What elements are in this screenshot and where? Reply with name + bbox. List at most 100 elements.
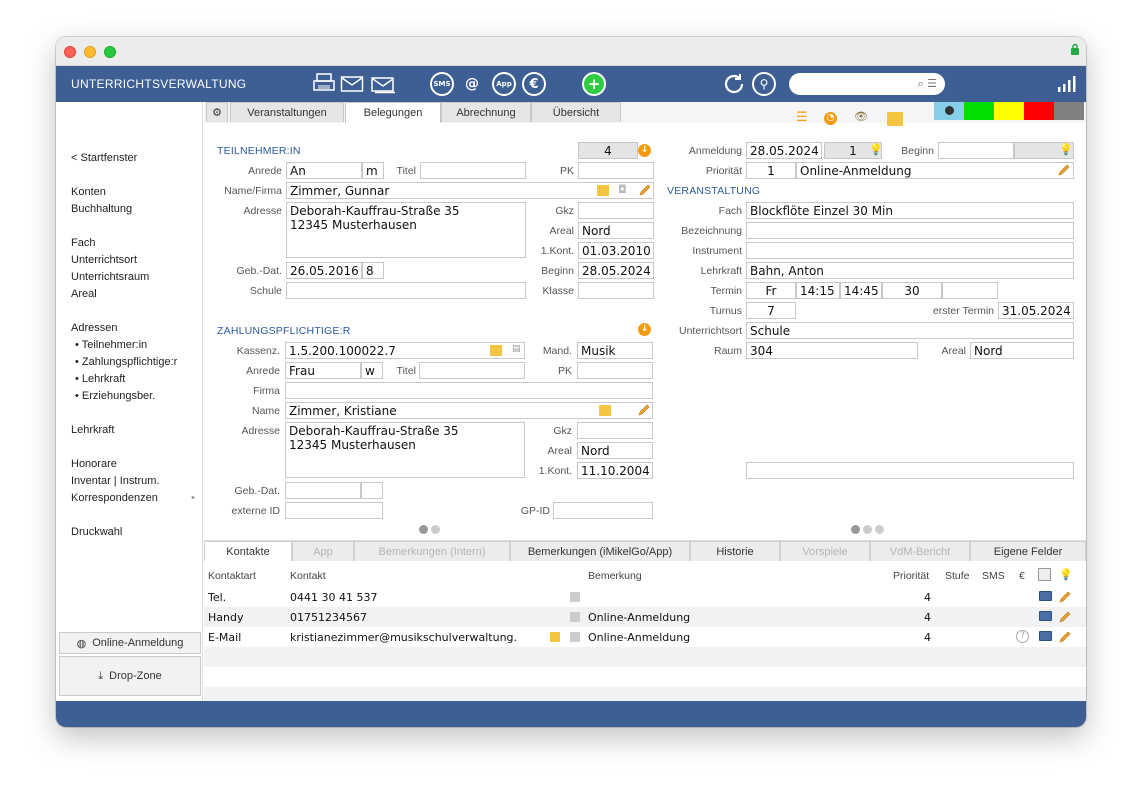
expand-down-icon[interactable]: ↓ bbox=[638, 144, 651, 157]
sidebar-item-honorare[interactable]: Honorare bbox=[71, 458, 117, 470]
edit-pencil-icon[interactable] bbox=[638, 183, 652, 197]
lehrkraft-field[interactable]: Bahn, Anton bbox=[746, 262, 1074, 279]
sidebar-item-inventar[interactable]: Inventar | Instrum. bbox=[71, 475, 159, 487]
zahler-titel-field[interactable] bbox=[419, 362, 525, 379]
col-kontaktart[interactable]: Kontaktart bbox=[208, 570, 256, 582]
tab-abrechnung[interactable]: Abrechnung bbox=[441, 102, 531, 122]
klasse-field[interactable] bbox=[578, 282, 654, 299]
zahler-note-icon[interactable] bbox=[599, 405, 611, 416]
doc-icon[interactable] bbox=[570, 612, 580, 622]
col-stufe[interactable]: Stufe bbox=[945, 570, 970, 582]
geburtsdatum-field[interactable]: 26.05.2016 bbox=[286, 262, 362, 279]
sidebar-item-adressen[interactable]: Adressen bbox=[71, 322, 117, 334]
gpid-field[interactable] bbox=[553, 502, 653, 519]
row-edit-icon[interactable] bbox=[1058, 630, 1072, 644]
bezeichnung-field[interactable] bbox=[746, 222, 1074, 239]
col-prioritaet[interactable]: Priorität bbox=[893, 570, 929, 582]
bulb-icon[interactable]: 💡 bbox=[869, 143, 883, 156]
drop-zone-button[interactable]: ⤓ Drop-Zone bbox=[59, 656, 201, 696]
copy-icon[interactable]: ▤ bbox=[512, 344, 521, 354]
termin-bis-field[interactable]: 14:45 bbox=[840, 282, 882, 299]
mand-field[interactable]: Musik bbox=[577, 342, 653, 359]
termin-von-field[interactable]: 14:15 bbox=[796, 282, 840, 299]
veranstaltung-extra-field[interactable] bbox=[746, 462, 1074, 479]
fach-field[interactable]: Blockflöte Einzel 30 Min bbox=[746, 202, 1074, 219]
zahler-name-field[interactable]: Zimmer, Kristiane bbox=[285, 402, 653, 419]
zahler-edit-pencil-icon[interactable] bbox=[637, 403, 651, 417]
zahler-expand-icon[interactable]: ↓ bbox=[638, 323, 651, 336]
close-button[interactable] bbox=[64, 46, 76, 58]
zoom-button[interactable] bbox=[104, 46, 116, 58]
row-edit-icon[interactable] bbox=[1058, 590, 1072, 604]
prioritaet-edit-icon[interactable] bbox=[1057, 163, 1071, 177]
status-color-gray[interactable] bbox=[1054, 102, 1084, 120]
print-icon[interactable] bbox=[312, 71, 336, 97]
erstkontakt-field[interactable]: 01.03.2010 bbox=[578, 242, 654, 259]
tab-kontakte[interactable]: Kontakte bbox=[204, 541, 292, 561]
sidebar-item-konten[interactable]: Konten bbox=[71, 186, 106, 198]
tab-app[interactable]: App bbox=[292, 541, 354, 561]
col-euro[interactable]: € bbox=[1019, 570, 1025, 582]
settings-gear-icon[interactable]: ⚙ bbox=[206, 102, 228, 122]
tab-vdm-bericht[interactable]: VdM-Bericht bbox=[870, 541, 970, 561]
areal-field[interactable]: Nord bbox=[578, 222, 654, 239]
help-icon[interactable]: ? bbox=[1016, 630, 1029, 643]
anmeldung-datum-field[interactable]: 28.05.2024 bbox=[746, 142, 822, 159]
refresh-icon[interactable] bbox=[722, 71, 746, 97]
termin-extra-field[interactable] bbox=[942, 282, 998, 299]
status-color-green[interactable] bbox=[964, 102, 994, 120]
table-list-icon[interactable] bbox=[1038, 568, 1051, 581]
termin-tag-field[interactable]: Fr bbox=[746, 282, 796, 299]
tab-bemerkungen-app[interactable]: Bemerkungen (iMikelGo/App) bbox=[510, 541, 690, 561]
right-page-indicator[interactable] bbox=[851, 525, 884, 534]
prioritaet-field[interactable]: 1 bbox=[746, 162, 796, 179]
compose-icon[interactable] bbox=[550, 632, 560, 642]
table-row[interactable]: Tel. 0441 30 41 537 4 bbox=[204, 587, 1086, 607]
camera-icon[interactable]: ◘ bbox=[618, 183, 627, 196]
search-options-icon[interactable]: ⌕ ☰ bbox=[917, 77, 937, 91]
doc-icon[interactable] bbox=[570, 592, 580, 602]
prioritaet-text-field[interactable]: Online-Anmeldung bbox=[796, 162, 1074, 179]
zahler-adresse-field[interactable]: Deborah-Kauffrau-Straße 35 12345 Musterh… bbox=[285, 422, 525, 478]
raum-areal-field[interactable]: Nord bbox=[970, 342, 1074, 359]
status-color-red[interactable] bbox=[1024, 102, 1054, 120]
doc-icon[interactable] bbox=[570, 632, 580, 642]
search-input[interactable] bbox=[799, 77, 909, 89]
sidebar-item-lehrkraft-address[interactable]: • Lehrkraft bbox=[75, 373, 125, 385]
table-row[interactable]: E-Mail kristianezimmer@musikschulverwalt… bbox=[204, 627, 1086, 647]
search-icon[interactable]: ⚲ bbox=[752, 71, 776, 97]
beginn-field[interactable]: 28.05.2024 bbox=[578, 262, 654, 279]
sidebar-back-startfenster[interactable]: < Startfenster bbox=[71, 152, 137, 164]
zahler-geschlecht-field[interactable]: w bbox=[361, 362, 383, 379]
tab-bemerkungen-intern[interactable]: Bemerkungen (Intern) bbox=[354, 541, 510, 561]
anrede-field[interactable]: An bbox=[286, 162, 362, 179]
at-icon[interactable]: @ bbox=[460, 71, 484, 97]
tab-historie[interactable]: Historie bbox=[690, 541, 780, 561]
search-field[interactable]: ⌕ ☰ bbox=[789, 73, 945, 95]
sidebar-item-zahlungspflichtige[interactable]: • Zahlungspflichtige:r bbox=[75, 356, 177, 368]
card-icon[interactable] bbox=[1039, 631, 1052, 641]
status-color-blue[interactable] bbox=[934, 102, 964, 120]
zahler-gkz-field[interactable] bbox=[577, 422, 653, 439]
tab-uebersicht[interactable]: Übersicht bbox=[531, 102, 621, 122]
zahler-geburtsdatum-field[interactable] bbox=[285, 482, 361, 499]
online-anmeldung-button[interactable]: ◍ Online-Anmeldung bbox=[59, 632, 201, 654]
sidebar-item-fach[interactable]: Fach bbox=[71, 237, 95, 249]
clock-icon[interactable]: ◔ bbox=[824, 112, 837, 125]
adresse-field[interactable]: Deborah-Kauffrau-Straße 35 12345 Musterh… bbox=[286, 202, 526, 258]
mail-open-icon[interactable] bbox=[370, 71, 396, 97]
note-icon[interactable] bbox=[597, 185, 609, 196]
left-page-indicator[interactable] bbox=[419, 525, 440, 534]
mail-icon[interactable] bbox=[340, 71, 364, 97]
tab-eigene-felder[interactable]: Eigene Felder bbox=[970, 541, 1086, 561]
kassenz-note-icon[interactable] bbox=[490, 345, 502, 356]
zahler-erstkontakt-field[interactable]: 11.10.2004 bbox=[577, 462, 653, 479]
table-bulb-icon[interactable]: 💡 bbox=[1059, 568, 1073, 581]
sidebar-item-unterrichtsraum[interactable]: Unterrichtsraum bbox=[71, 271, 149, 283]
app-icon[interactable]: App bbox=[492, 71, 516, 97]
sidebar-item-teilnehmer[interactable]: • Teilnehmer:in bbox=[75, 339, 147, 351]
geschlecht-field[interactable]: m bbox=[362, 162, 384, 179]
zahler-anrede-field[interactable]: Frau bbox=[285, 362, 361, 379]
table-row[interactable]: Handy 01751234567 Online-Anmeldung 4 bbox=[204, 607, 1086, 627]
pk-field[interactable] bbox=[578, 162, 654, 179]
